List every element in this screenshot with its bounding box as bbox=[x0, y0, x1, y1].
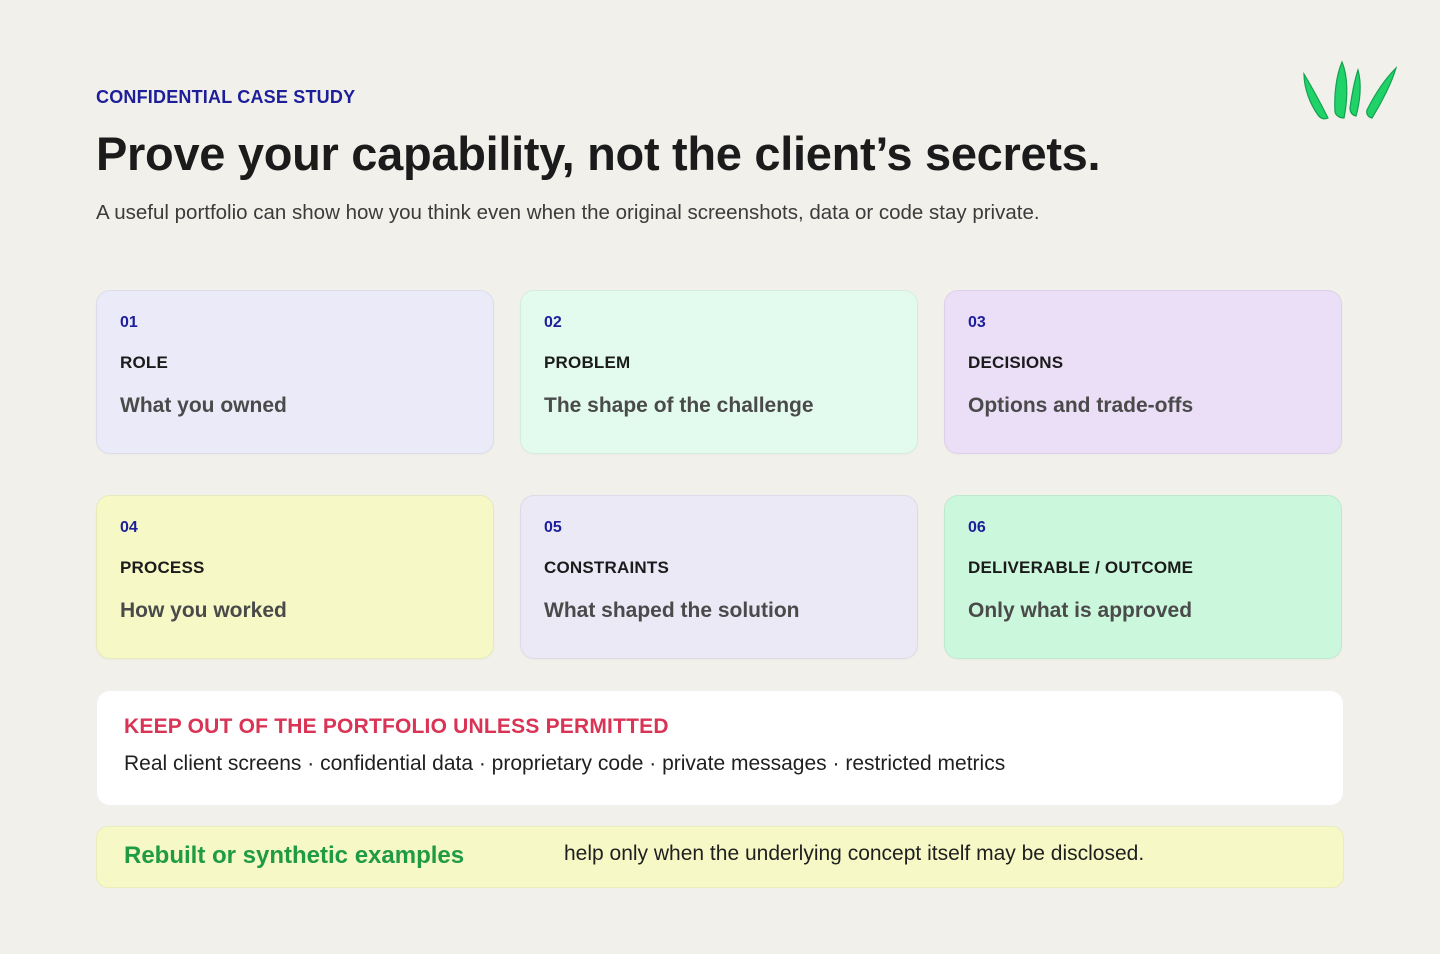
card-label: DECISIONS bbox=[968, 353, 1064, 372]
card-description: What you owned bbox=[120, 394, 287, 417]
card-description: Options and trade-offs bbox=[968, 394, 1194, 417]
page-subtitle: A useful portfolio can show how you thin… bbox=[96, 201, 1040, 224]
card-description: What shaped the solution bbox=[544, 599, 800, 622]
card-number: 02 bbox=[544, 314, 562, 331]
card-decisions: 03 DECISIONS Options and trade-offs bbox=[944, 290, 1342, 454]
card-label: DELIVERABLE / OUTCOME bbox=[968, 558, 1194, 577]
page-title: Prove your capability, not the client’s … bbox=[96, 127, 1101, 180]
card-description: The shape of the challenge bbox=[544, 394, 814, 417]
keep-out-heading: KEEP OUT OF THE PORTFOLIO UNLESS PERMITT… bbox=[124, 715, 669, 738]
card-process: 04 PROCESS How you worked bbox=[96, 495, 494, 659]
rebuilt-note-text: help only when the underlying concept it… bbox=[564, 842, 1145, 865]
card-label: PROBLEM bbox=[544, 353, 631, 372]
rebuilt-note-panel: Rebuilt or synthetic examples help only … bbox=[96, 826, 1344, 888]
card-number: 05 bbox=[544, 519, 562, 536]
card-number: 01 bbox=[120, 314, 138, 331]
card-constraints: 05 CONSTRAINTS What shaped the solution bbox=[520, 495, 918, 659]
leaf-sprout-logo-icon bbox=[1303, 60, 1398, 120]
card-problem: 02 PROBLEM The shape of the challenge bbox=[520, 290, 918, 454]
card-description: Only what is approved bbox=[968, 599, 1193, 622]
card-role: 01 ROLE What you owned bbox=[96, 290, 494, 454]
card-number: 03 bbox=[968, 314, 986, 331]
card-number: 04 bbox=[120, 519, 138, 536]
card-description: How you worked bbox=[120, 599, 287, 622]
keep-out-items: Real client screens · confidential data … bbox=[124, 752, 1006, 775]
card-deliverable-outcome: 06 DELIVERABLE / OUTCOME Only what is ap… bbox=[944, 495, 1342, 659]
card-label: CONSTRAINTS bbox=[544, 558, 669, 577]
eyebrow-label: CONFIDENTIAL CASE STUDY bbox=[96, 87, 356, 107]
rebuilt-emphasis: Rebuilt or synthetic examples bbox=[124, 842, 465, 869]
card-number: 06 bbox=[968, 519, 986, 536]
card-label: PROCESS bbox=[120, 558, 205, 577]
keep-out-panel: KEEP OUT OF THE PORTFOLIO UNLESS PERMITT… bbox=[96, 690, 1344, 806]
card-label: ROLE bbox=[120, 353, 169, 372]
